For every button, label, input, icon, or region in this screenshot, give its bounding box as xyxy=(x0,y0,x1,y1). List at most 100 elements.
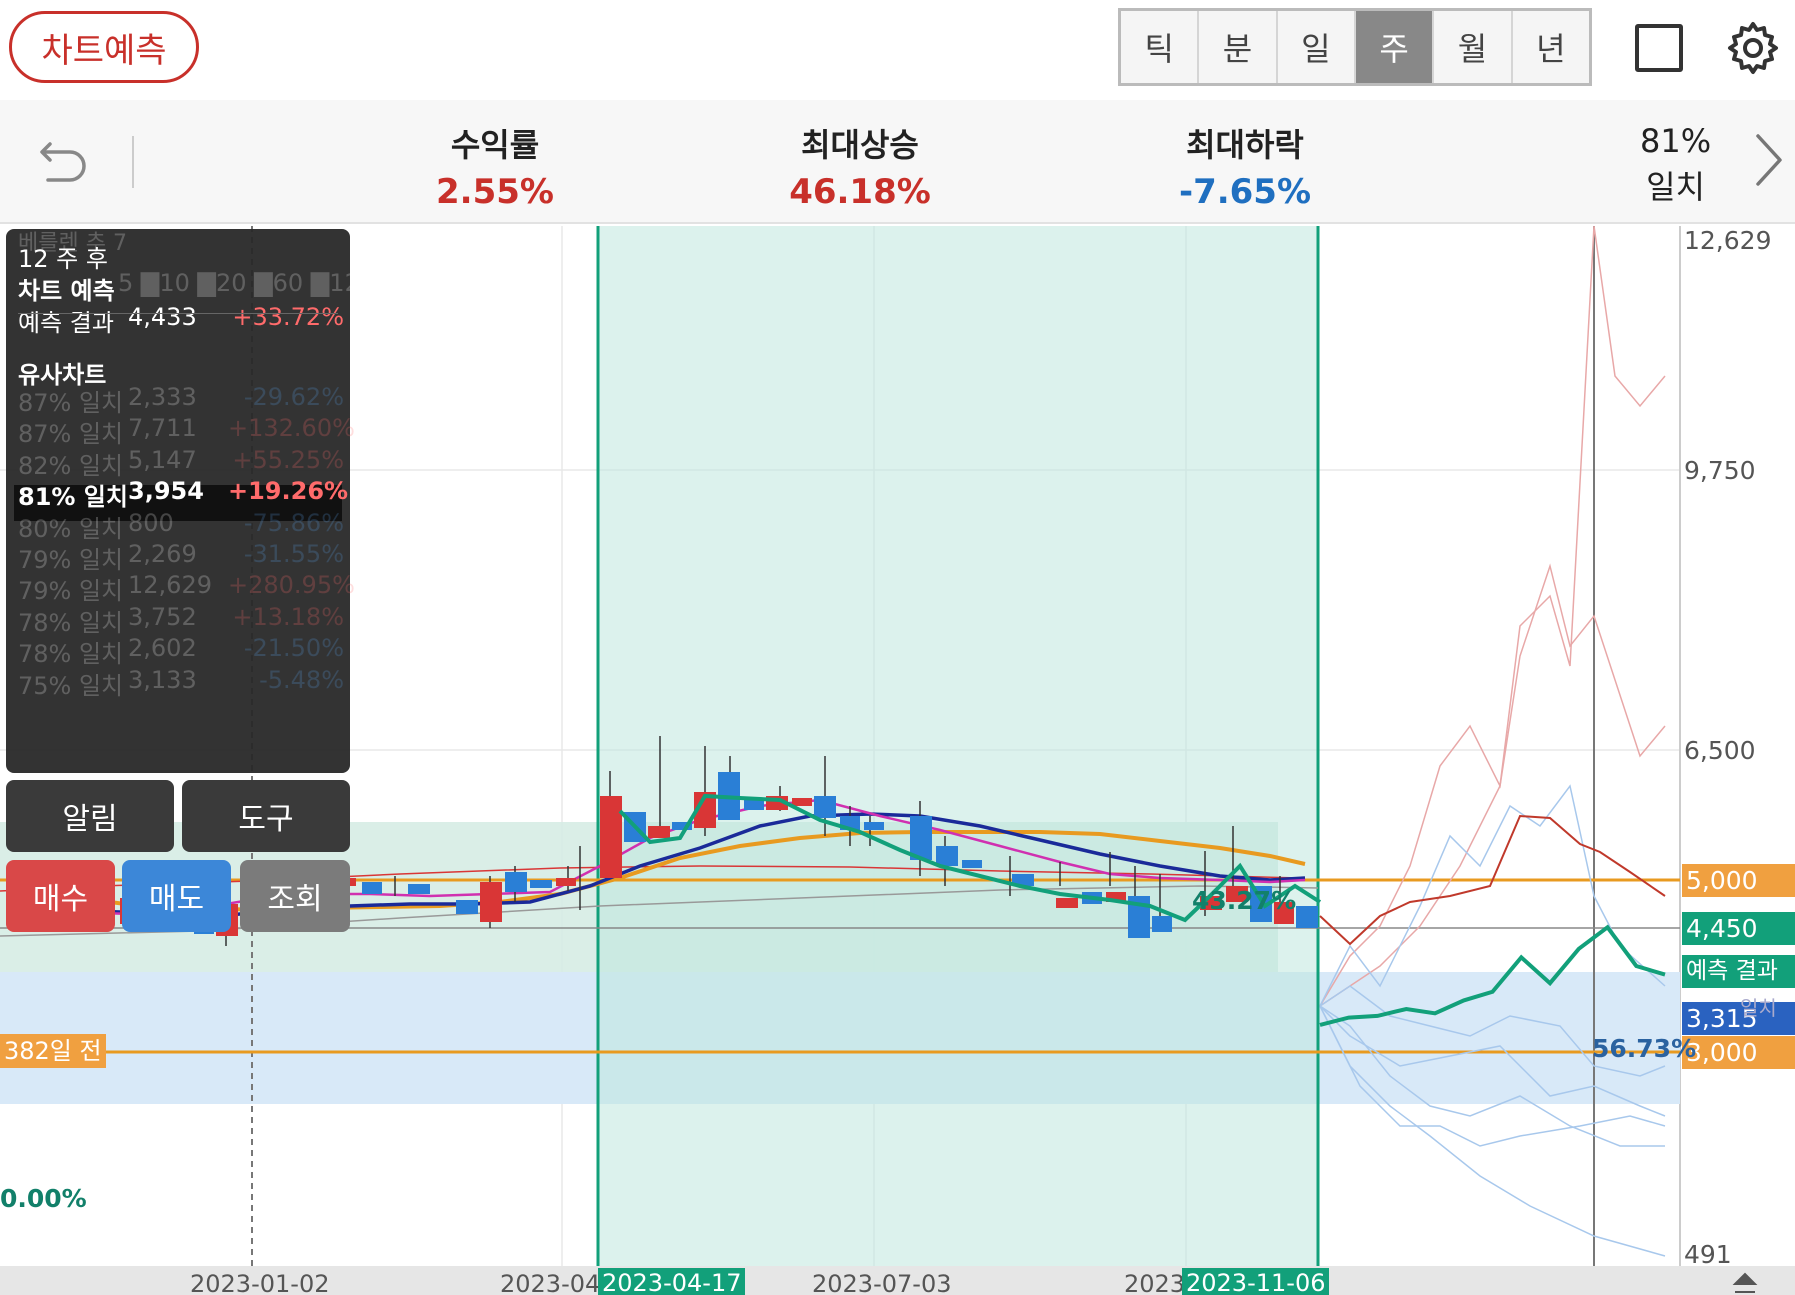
similar-change: +13.18% xyxy=(232,602,344,631)
similar-match: 78% 일치 xyxy=(18,608,124,637)
period-day[interactable]: 일 xyxy=(1278,11,1356,83)
y-label-6500: 6,500 xyxy=(1684,736,1756,765)
inquiry-button[interactable]: 조회 xyxy=(240,860,350,932)
x-tag-match-start: 2023-04-17 xyxy=(598,1268,746,1295)
similar-change: -21.50% xyxy=(243,634,344,663)
similar-up-lines xyxy=(1319,226,1666,1007)
alarm-button[interactable]: 알림 xyxy=(6,780,174,852)
y-label-top: 12,629 xyxy=(1684,226,1772,255)
fullscreen-square-icon[interactable] xyxy=(1635,24,1683,72)
y-label-9750: 9,750 xyxy=(1684,456,1756,485)
tools-button[interactable]: 도구 xyxy=(182,780,350,852)
similar-price: 800 xyxy=(128,508,174,537)
match-percent: 81% xyxy=(1640,122,1712,160)
return-stat: 수익률 2.55% xyxy=(425,120,565,212)
similar-match: 81% 일치 xyxy=(18,483,128,512)
max-fall-stat: 최대하락 -7.65% xyxy=(1150,120,1340,212)
max-fall-label: 최대하락 xyxy=(1186,126,1304,164)
similar-price: 3,133 xyxy=(128,665,197,694)
max-rise-stat: 최대상승 46.18% xyxy=(770,120,950,212)
badge-3000: 3,000 xyxy=(1682,1036,1795,1069)
days-ago-tag: 382일 전 xyxy=(0,1034,106,1068)
forecast-result-change: +33.72% xyxy=(232,303,344,331)
period-tick[interactable]: 틱 xyxy=(1121,11,1200,83)
panel-title: 차트 예측 xyxy=(18,277,115,305)
y-label-bottom: 491 xyxy=(1684,1240,1732,1269)
similar-match: 79% 일치 xyxy=(18,546,124,574)
similar-chart-row[interactable]: 87% 일치 7,711 +132.60% xyxy=(18,414,355,449)
similar-price: 12,629 xyxy=(128,571,212,600)
similar-price: 2,269 xyxy=(128,540,197,568)
similar-chart-row[interactable]: 80% 일치 800 -75.86% xyxy=(18,509,344,544)
period-minute[interactable]: 분 xyxy=(1199,11,1278,83)
similar-change: -75.86% xyxy=(243,508,344,537)
similar-price: 5,147 xyxy=(128,445,197,474)
similar-change: +55.25% xyxy=(232,445,344,474)
max-fall-value: -7.65% xyxy=(1178,172,1312,212)
similar-match: 80% 일치 xyxy=(18,514,124,543)
weeks-after-label: 12 주 후 xyxy=(18,245,108,273)
max-rise-label: 최대상승 xyxy=(801,126,919,164)
badge-5000: 5,000 xyxy=(1682,864,1795,897)
similar-chart-row[interactable]: 75% 일치 3,133 -5.48% xyxy=(18,666,344,701)
similar-match: 87% 일치 xyxy=(18,420,124,449)
period-selector: 틱 분 일 주 월 년 xyxy=(1118,8,1592,86)
sell-button[interactable]: 매도 xyxy=(122,860,231,932)
undo-icon[interactable] xyxy=(36,128,92,184)
similar-change: +132.60% xyxy=(228,414,355,443)
period-year[interactable]: 년 xyxy=(1513,11,1589,83)
top-toolbar: 차트예측 틱 분 일 주 월 년 xyxy=(0,0,1795,100)
ma-legend: 5 ▇10 ▇20 ▇60 ▇120 xyxy=(118,269,376,297)
similar-match: 75% 일치 xyxy=(18,671,124,700)
forecast-result-row: 예측 결과 4,433 +33.72% xyxy=(18,303,344,338)
similar-chart-row[interactable]: 87% 일치 2,333 -29.62% xyxy=(18,383,344,418)
match-indicator[interactable]: 81% 일치 xyxy=(1640,118,1711,210)
similar-price: 2,333 xyxy=(128,383,197,411)
gear-icon[interactable] xyxy=(1725,20,1781,76)
match-label: 일치 xyxy=(1646,168,1705,206)
return-value: 2.55% xyxy=(436,172,554,212)
buy-button[interactable]: 매수 xyxy=(6,860,115,932)
x-label-2023-01-02: 2023-01-02 xyxy=(190,1270,330,1295)
badge-faint-match: 일치 xyxy=(1740,996,1777,1020)
x-label-2023-07-03: 2023-07-03 xyxy=(812,1270,952,1295)
scroll-up-icon[interactable] xyxy=(1730,1272,1760,1295)
similar-price: 3,954 xyxy=(128,477,204,506)
upper-range-percent: 43.27% xyxy=(1192,886,1297,915)
similar-chart-row[interactable]: 79% 일치 2,269 -31.55% xyxy=(18,540,344,575)
x-tag-match-end: 2023-11-06 xyxy=(1182,1268,1330,1295)
prediction-info-panel: 베를렌 추 7 12 주 후 5 ▇10 ▇20 ▇60 ▇120 차트 예측 … xyxy=(6,229,375,773)
similar-chart-row[interactable]: 78% 일치 2,602 -21.50% xyxy=(18,634,344,669)
similar-price: 7,711 xyxy=(128,414,197,443)
similar-change: +280.95% xyxy=(228,571,355,600)
x-label-2023: 2023 xyxy=(1124,1270,1186,1295)
similar-match: 87% 일치 xyxy=(18,389,124,417)
similar-chart-row[interactable]: 78% 일치 3,752 +13.18% xyxy=(18,603,344,638)
similar-change: -29.62% xyxy=(243,383,344,411)
forecast-result-price: 4,433 xyxy=(128,303,197,331)
similar-chart-row[interactable]: 81% 일치 3,954 +19.26% xyxy=(18,477,349,512)
max-rise-value: 46.18% xyxy=(789,172,931,212)
similar-price: 3,752 xyxy=(128,602,197,631)
similar-change: +19.26% xyxy=(228,477,349,506)
similar-chart-row[interactable]: 82% 일치 5,147 +55.25% xyxy=(18,446,344,481)
matched-period-highlight xyxy=(598,226,1318,1266)
summary-bar: 수익률 2.55% 최대상승 46.18% 최대하락 -7.65% 81% 일치 xyxy=(0,100,1795,224)
similar-match: 79% 일치 xyxy=(18,577,124,606)
period-week[interactable]: 주 xyxy=(1355,11,1435,83)
x-label-2023-04: 2023-04- xyxy=(500,1270,609,1295)
divider xyxy=(132,136,134,188)
badge-3315: 3,315 xyxy=(1682,1002,1795,1035)
similar-change: -5.48% xyxy=(259,665,344,694)
forecast-result-label: 예측 결과 xyxy=(18,309,114,337)
similar-price: 2,602 xyxy=(128,634,197,663)
similar-chart-row[interactable]: 79% 일치 12,629 +280.95% xyxy=(18,571,355,606)
lower-range-percent: 56.73% xyxy=(1592,1034,1697,1063)
chart-predict-button[interactable]: 차트예측 xyxy=(9,11,199,83)
chevron-right-icon[interactable] xyxy=(1750,130,1786,190)
badge-forecast-result: 예측 결과 xyxy=(1682,955,1795,988)
return-label: 수익률 xyxy=(450,126,540,164)
similar-match: 82% 일치 xyxy=(18,451,124,480)
zero-percent: 0.00% xyxy=(0,1184,87,1213)
period-month[interactable]: 월 xyxy=(1434,11,1513,83)
